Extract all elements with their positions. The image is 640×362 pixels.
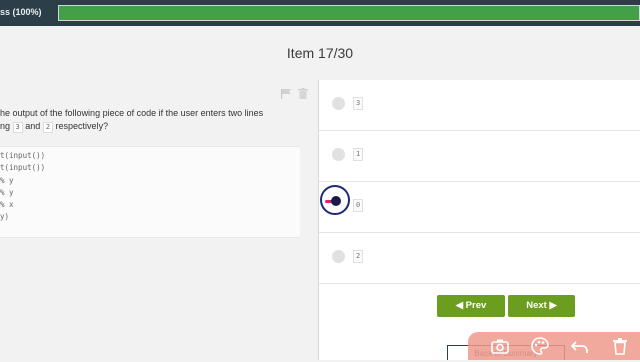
radio-button[interactable] (332, 148, 345, 161)
prev-button[interactable]: ◀ Prev (437, 295, 505, 317)
item-counter: Item 17/30 (286, 45, 354, 61)
item-header: Item 17/30 (0, 26, 640, 81)
question-prefix: ng (0, 121, 11, 131)
top-bar: ss (100%) (0, 0, 640, 26)
radio-button[interactable] (332, 250, 345, 263)
flag-icon[interactable] (280, 86, 292, 104)
palette-icon[interactable] (530, 336, 550, 356)
input-value-a: 3 (12, 122, 23, 133)
progress-label: ss (100%) (0, 7, 42, 17)
cursor-dot (331, 196, 341, 206)
code-line: % x (0, 200, 14, 210)
camera-icon[interactable] (490, 336, 510, 356)
code-line: t(input()) (0, 163, 46, 173)
answer-option[interactable]: 0 (319, 182, 640, 233)
trash-icon[interactable] (610, 336, 630, 356)
code-line: y) (0, 212, 10, 222)
code-line: % y (0, 187, 14, 197)
radio-button[interactable] (332, 97, 345, 110)
and-text: and (25, 121, 41, 131)
option-label: 0 (353, 199, 364, 212)
cursor-highlight (320, 185, 350, 215)
code-line: t(input()) (0, 151, 46, 160)
next-button[interactable]: Next ▶ (508, 295, 575, 317)
trash-icon[interactable] (298, 86, 308, 104)
input-value-b: 2 (42, 122, 54, 133)
code-block: t(input()) t(input()) % y % y % x y) (0, 146, 300, 238)
code-lines: t(input()) t(input()) % y % y % x y) (0, 150, 45, 224)
answer-option[interactable]: 1 (319, 131, 640, 182)
undo-icon[interactable] (570, 336, 590, 356)
progress-fill (59, 6, 639, 20)
answer-option[interactable]: 2 (319, 233, 640, 284)
option-label: 1 (353, 148, 364, 161)
question-line-1: he output of the following piece of code… (0, 108, 264, 118)
answer-option[interactable]: 3 (319, 80, 640, 131)
option-label: 3 (353, 97, 364, 110)
progress-bar (58, 5, 640, 21)
code-line: % y (0, 175, 14, 185)
question-line-2: ng 3 and 2 respectively? (0, 120, 300, 133)
option-label: 2 (353, 250, 364, 263)
recorder-toolbar (468, 332, 640, 360)
question-suffix: respectively? (55, 121, 109, 131)
question-text: he output of the following piece of code… (0, 107, 300, 133)
